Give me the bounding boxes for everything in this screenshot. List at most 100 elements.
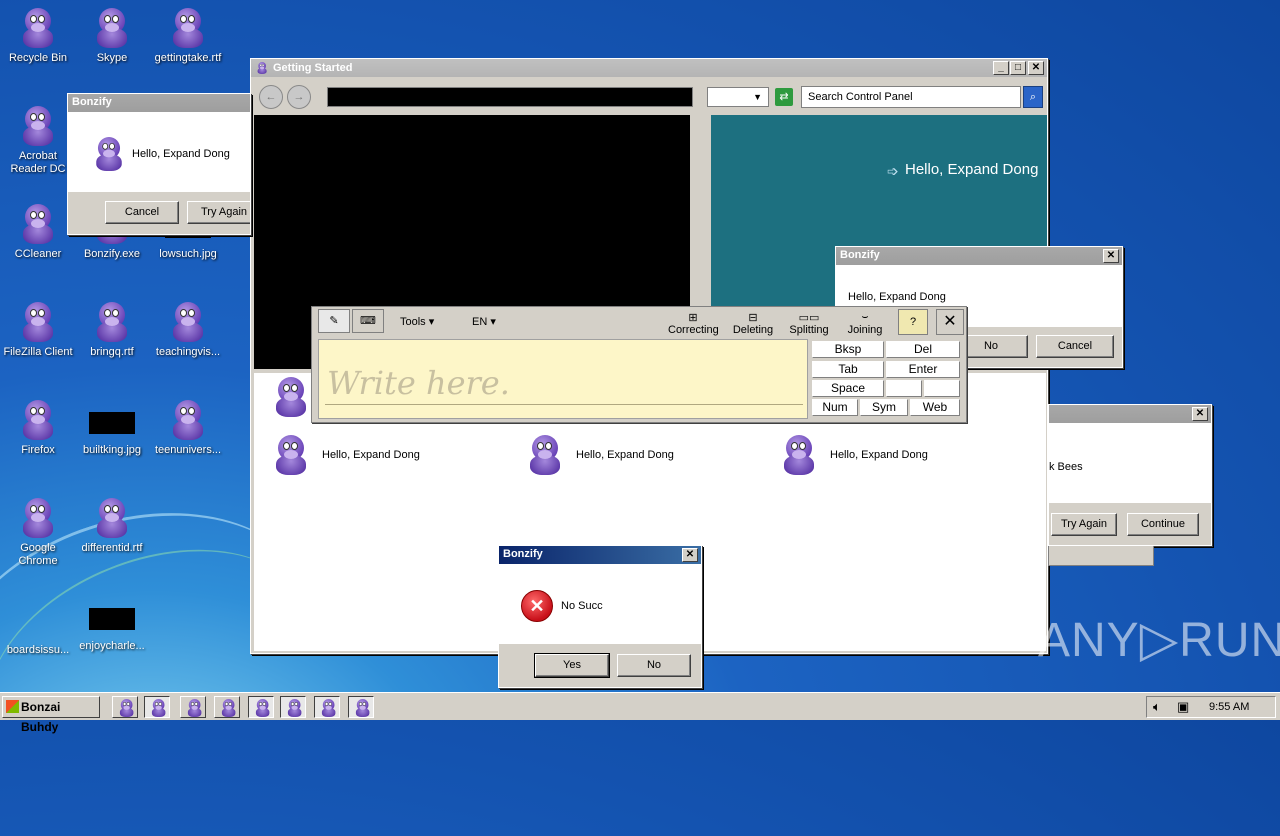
key-enter[interactable]: Enter (886, 361, 960, 378)
grid-item[interactable]: Hello, Expand Dong (782, 435, 928, 478)
dialog-titlebar[interactable]: Bonzify ✕ (499, 546, 701, 564)
forward-button[interactable]: → (287, 85, 311, 109)
bonzi-icon (257, 62, 267, 74)
continue-button[interactable]: Continue (1127, 513, 1199, 536)
image-thumbnail-icon (89, 608, 135, 630)
desktop-icon[interactable]: CCleaner (0, 204, 76, 261)
key-tab[interactable]: Tab (812, 361, 884, 378)
desktop-icon-label: Skype (96, 52, 128, 64)
key-sym[interactable]: Sym (860, 399, 908, 416)
close-button[interactable]: ✕ (1192, 407, 1208, 421)
close-button[interactable]: ✕ (936, 309, 964, 335)
desktop-icon[interactable]: differentid.rtf (74, 498, 150, 555)
taskbar-bonzi-button[interactable] (180, 696, 206, 718)
key-web[interactable]: Web (910, 399, 960, 416)
desktop-icon[interactable]: Acrobat Reader DC (0, 106, 76, 176)
taskbar-bonzi-button[interactable] (214, 696, 240, 718)
dialog-titlebar[interactable]: Bonzify (68, 94, 250, 112)
grid-item-label: Hello, Expand Dong (576, 449, 674, 461)
desktop-icon[interactable]: Google Chrome (0, 498, 76, 568)
bonzify-dialog-error: Bonzify ✕ ✕ No Succ Yes No (498, 545, 702, 688)
lang-menu[interactable]: EN ▾ (472, 315, 496, 328)
dialog-titlebar[interactable]: Bonzify ✕ (836, 247, 1122, 265)
desktop-icon[interactable]: teenunivers... (150, 400, 226, 457)
desktop-icon-label: Firefox (21, 444, 55, 456)
key-num[interactable]: Num (812, 399, 858, 416)
cancel-button[interactable]: Cancel (105, 201, 179, 224)
grid-item[interactable]: Hello, Expand Dong (274, 435, 420, 478)
desktop-icon[interactable]: builtking.jpg (74, 400, 150, 457)
bonzi-icon (287, 699, 302, 717)
try-again-button[interactable]: Try Again (1051, 513, 1117, 536)
taskbar-bonzi-button[interactable] (248, 696, 274, 718)
op-joining[interactable]: ⌣ Joining (840, 311, 890, 336)
desktop-icon[interactable]: boardsissu... (0, 596, 76, 657)
search-input[interactable]: Search Control Panel (801, 86, 1021, 108)
taskbar-bonzi-button[interactable] (348, 696, 374, 718)
cancel-button[interactable]: Cancel (1036, 335, 1114, 358)
dialog-title: Bonzify (503, 548, 543, 560)
try-again-button[interactable]: Try Again (187, 201, 250, 224)
dialog-title: Bonzify (72, 96, 112, 108)
grid-item-partial[interactable] (274, 377, 308, 420)
dialog-message: Hello, Expand Dong (848, 291, 946, 303)
desktop-icon[interactable]: FileZilla Client (0, 302, 76, 359)
desktop-icon[interactable]: gettingtake.rtf (150, 8, 226, 65)
close-button[interactable]: ✕ (1103, 249, 1119, 263)
back-button[interactable]: ← (259, 85, 283, 109)
op-splitting[interactable]: ▭▭ Splitting (784, 311, 834, 336)
watermark-any: ANY (1038, 614, 1140, 667)
minimize-button[interactable]: _ (993, 61, 1009, 75)
key-bksp[interactable]: Bksp (812, 341, 884, 358)
dialog-body: ✕ No Succ (499, 564, 701, 644)
taskbar-bonzi-button[interactable] (280, 696, 306, 718)
key-left[interactable] (886, 380, 922, 397)
start-button[interactable]: Bonzai Buhdy (2, 696, 100, 734)
address-dropdown[interactable]: ▼ (707, 87, 769, 107)
pen-mode-button[interactable]: ✎ (318, 309, 350, 333)
hello-link[interactable]: Hello, Expand Dong (905, 161, 1038, 178)
network-icon[interactable]: ▣ (1177, 699, 1189, 715)
refresh-icon[interactable]: ⇄ (775, 88, 793, 106)
lang-label: EN (472, 316, 488, 328)
clock[interactable]: 9:55 AM (1209, 701, 1249, 713)
key-space[interactable]: Space (812, 380, 884, 397)
desktop-icon[interactable]: Skype (74, 8, 150, 65)
grid-item[interactable]: Hello, Expand Dong (528, 435, 674, 478)
help-icon[interactable]: ? (898, 309, 928, 335)
key-label: Web (922, 400, 948, 414)
key-del[interactable]: Del (886, 341, 960, 358)
taskbar-bonzi-button[interactable] (112, 696, 138, 718)
address-input[interactable] (327, 87, 693, 107)
close-button[interactable]: ✕ (1028, 61, 1044, 75)
op-deleting[interactable]: ⊟ Deleting (728, 311, 778, 336)
desktop-icon[interactable]: Recycle Bin (0, 8, 76, 65)
desktop-icon[interactable]: teachingvis... (150, 302, 226, 359)
close-button[interactable]: ✕ (682, 548, 698, 562)
dialog-titlebar[interactable]: ✕ (1049, 405, 1211, 423)
key-right[interactable] (924, 380, 960, 397)
taskbar-bonzi-button[interactable] (144, 696, 170, 718)
maximize-button[interactable]: □ (1010, 61, 1026, 75)
bonzi-icon (321, 699, 336, 717)
window-title: Getting Started (273, 62, 353, 74)
volume-icon[interactable]: 🔈︎ (1153, 699, 1161, 715)
op-correcting[interactable]: ⊞ Correcting (668, 311, 719, 336)
address-bar-row: ← → ▼ ⇄ Search Control Panel ⌕ (251, 79, 1047, 115)
yes-button[interactable]: Yes (534, 653, 610, 678)
writing-placeholder: Write here. (327, 364, 510, 402)
desktop-icon-label: Acrobat Reader DC (10, 150, 66, 175)
writing-area[interactable]: Write here. (318, 339, 808, 419)
tablet-input-panel: ✎ ⌨ Tools ▾ EN ▾ ⊞ Correcting ⊟ Deleting ▭… (311, 306, 967, 423)
desktop-icon[interactable]: Firefox (0, 400, 76, 457)
desktop-icon[interactable]: bringq.rtf (74, 302, 150, 359)
keyboard-button[interactable]: ⌨ (352, 309, 384, 333)
bonzi-icon (171, 400, 205, 440)
tools-menu[interactable]: Tools ▾ (400, 315, 434, 328)
key-label: Space (830, 381, 866, 395)
desktop-icon[interactable]: enjoycharle... (74, 596, 150, 653)
taskbar-bonzi-button[interactable] (314, 696, 340, 718)
no-button[interactable]: No (617, 654, 691, 677)
explorer-titlebar[interactable]: Getting Started _ □ ✕ (251, 59, 1047, 77)
search-icon[interactable]: ⌕ (1023, 86, 1043, 108)
